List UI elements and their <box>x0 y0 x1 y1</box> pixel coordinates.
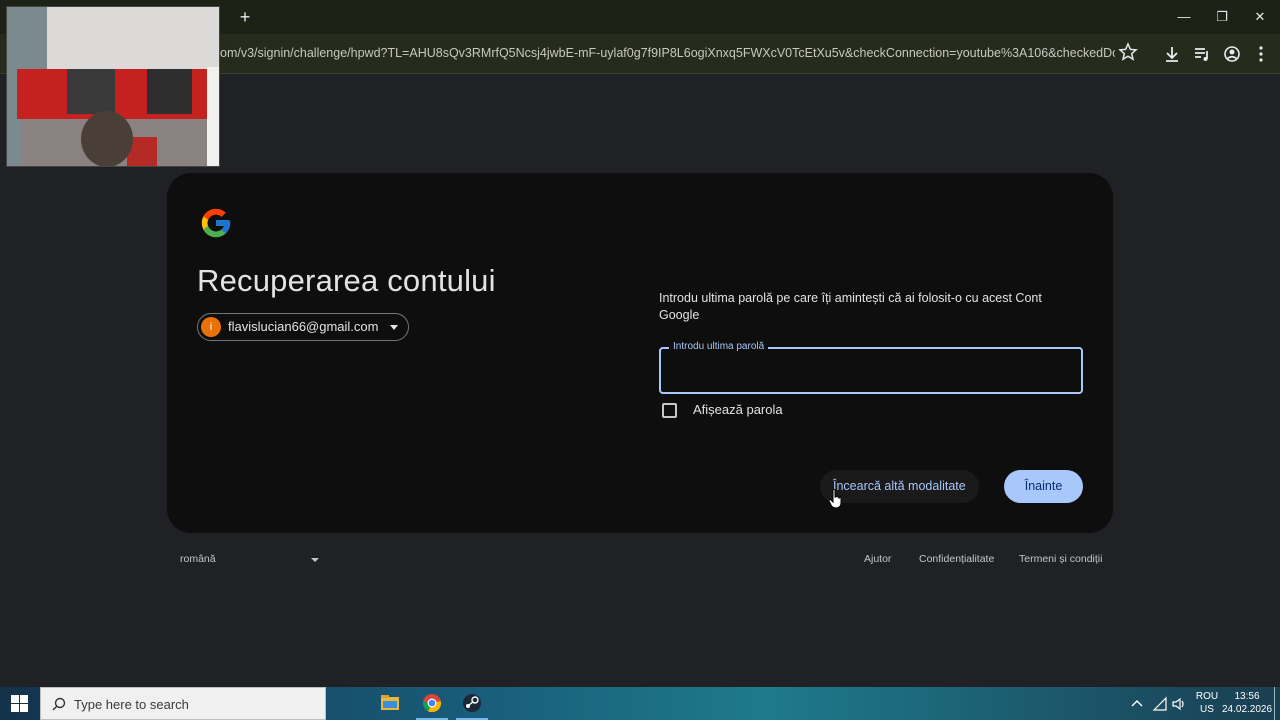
instruction-text: Introdu ultima parolă pe care îți aminte… <box>659 291 1042 322</box>
language-caret-icon[interactable] <box>311 558 319 562</box>
password-input[interactable] <box>671 361 1071 381</box>
steam-app[interactable] <box>452 687 492 720</box>
chrome-icon <box>423 694 442 713</box>
google-logo-icon <box>201 208 231 238</box>
password-field[interactable]: Introdu ultima parolă <box>659 341 1083 394</box>
chevron-up-icon[interactable] <box>1130 696 1144 710</box>
restore-button[interactable]: ❐ <box>1204 4 1240 30</box>
volume-icon[interactable] <box>1171 696 1187 712</box>
search-placeholder: Type here to search <box>74 697 189 712</box>
clock[interactable]: 13:56 24.02.2026 <box>1222 690 1272 720</box>
terms-link[interactable]: Termeni și condiții <box>1019 553 1102 565</box>
language-selector[interactable]: română <box>180 553 216 565</box>
network-icon[interactable] <box>1152 696 1168 712</box>
bookmark-star-icon[interactable] <box>1118 42 1138 62</box>
show-password-checkbox[interactable] <box>662 403 677 418</box>
account-recovery-card: Recuperarea contului i flavislucian66@gm… <box>167 173 1113 533</box>
input-language-region: US <box>1200 704 1214 715</box>
avatar: i <box>201 317 221 337</box>
taskbar-search[interactable]: Type here to search <box>40 687 326 720</box>
mouse-cursor-icon <box>829 489 842 509</box>
more-menu-icon[interactable] <box>1250 43 1272 65</box>
new-tab-button[interactable]: + <box>234 6 256 28</box>
webcam-overlay <box>6 6 220 167</box>
try-another-way-button[interactable]: Încearcă altă modalitate <box>820 470 979 503</box>
next-button[interactable]: Înainte <box>1004 470 1083 503</box>
input-language[interactable]: ROU US <box>1193 690 1221 720</box>
chrome-app[interactable] <box>412 687 452 720</box>
url-text[interactable]: om/v3/signin/challenge/hpwd?TL=AHU8sQv3R… <box>220 46 1115 60</box>
page-title: Recuperarea contului <box>197 263 496 298</box>
input-language-code: ROU <box>1195 691 1219 702</box>
windows-taskbar: Type here to search ROU US 13:56 24.02.2… <box>0 687 1280 720</box>
password-field-label: Introdu ultima parolă <box>669 341 769 352</box>
account-email: flavislucian66@gmail.com <box>228 319 379 334</box>
folder-icon <box>381 695 399 710</box>
download-icon[interactable] <box>1161 43 1183 65</box>
steam-icon <box>463 694 481 712</box>
search-icon <box>52 697 66 711</box>
windows-start-icon[interactable] <box>11 695 28 712</box>
clock-date: 24.02.2026 <box>1222 704 1273 715</box>
profile-icon[interactable] <box>1221 43 1243 65</box>
chevron-down-icon <box>390 325 399 330</box>
help-link[interactable]: Ajutor <box>864 553 891 565</box>
privacy-link[interactable]: Confidențialitate <box>919 553 994 565</box>
minimize-button[interactable]: — <box>1166 4 1202 30</box>
file-explorer-app[interactable] <box>370 687 410 720</box>
address-bar[interactable]: om/v3/signin/challenge/hpwd?TL=AHU8sQv3R… <box>200 38 1150 68</box>
show-password-label[interactable]: Afișează parola <box>693 402 783 417</box>
clock-time: 13:56 <box>1234 691 1260 702</box>
close-window-button[interactable]: ✕ <box>1242 4 1278 30</box>
account-chip[interactable]: i flavislucian66@gmail.com <box>197 313 410 341</box>
media-control-icon[interactable] <box>1191 43 1213 65</box>
